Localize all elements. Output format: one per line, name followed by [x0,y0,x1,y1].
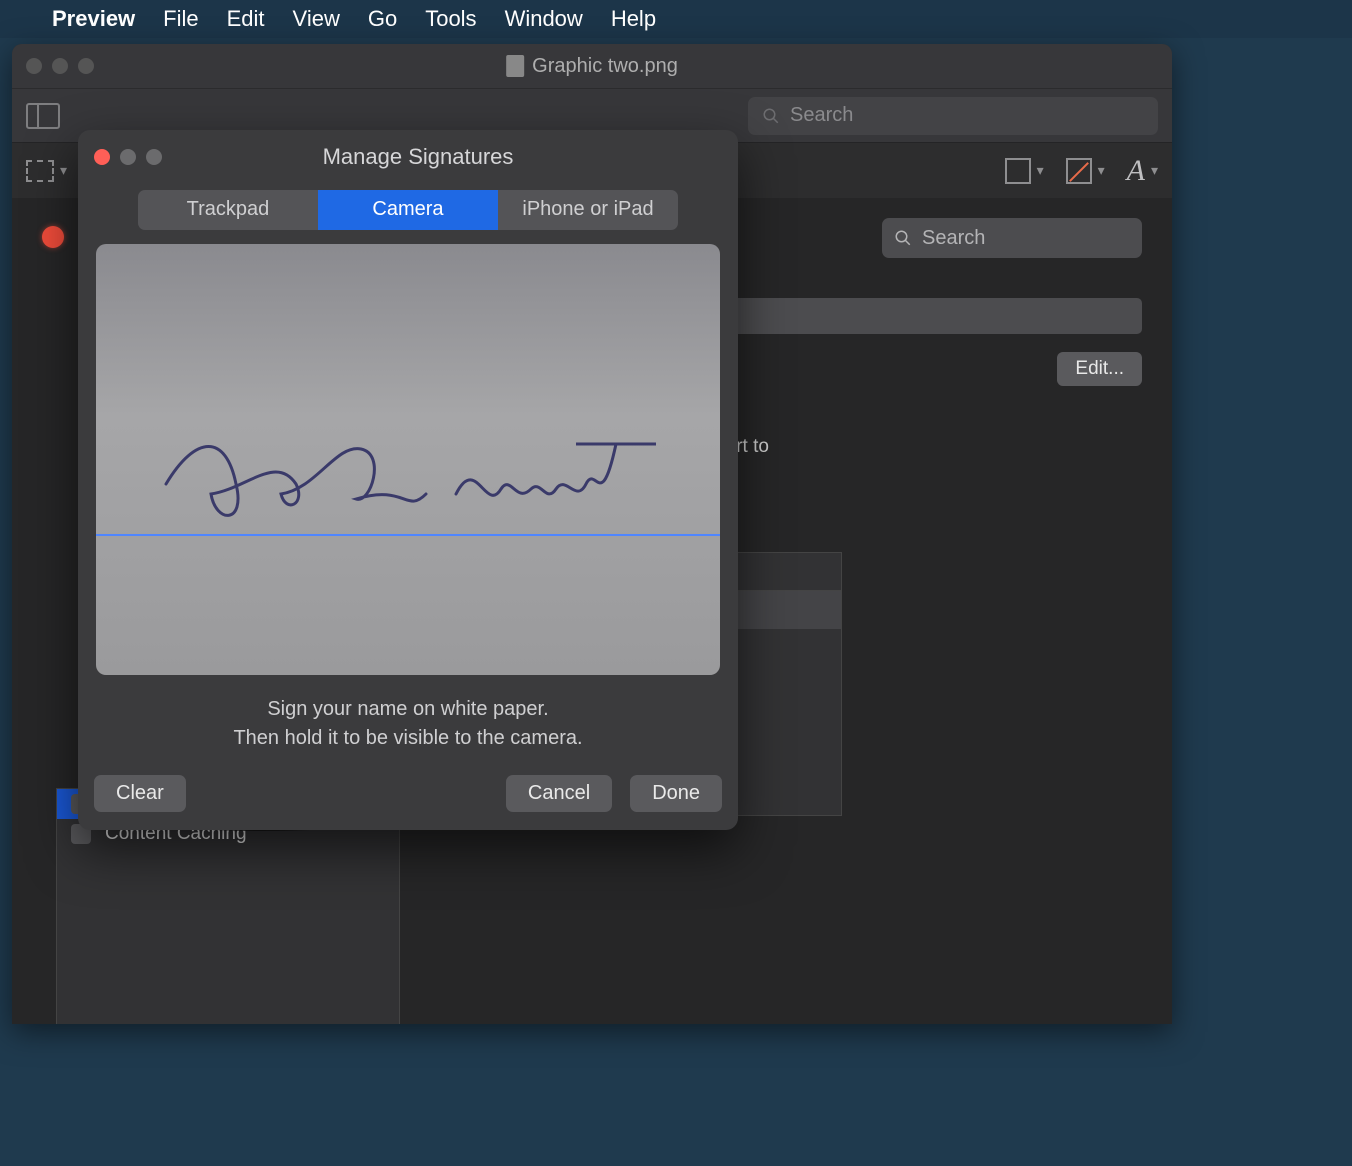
menu-go[interactable]: Go [368,6,397,32]
sheet-title: Manage Signatures [114,144,722,170]
edit-button: Edit... [1057,352,1142,386]
manage-signatures-sheet: Manage Signatures Trackpad Camera iPhone… [78,130,738,830]
menu-view[interactable]: View [293,6,340,32]
close-window-button[interactable] [26,58,42,74]
prefs-search-placeholder: Search [922,227,985,250]
chevron-down-icon: ▾ [1037,162,1044,179]
text-style-icon: A [1127,154,1145,188]
annotation-dot[interactable] [42,226,64,248]
fill-color-tool[interactable]: ▾ [1066,158,1105,184]
signature-instructions: Sign your name on white paper. Then hold… [94,695,722,753]
window-titlebar: Graphic two.png [12,44,1172,88]
menu-file[interactable]: File [163,6,198,32]
file-icon [506,55,524,77]
camera-preview [96,244,720,675]
minimize-window-button[interactable] [52,58,68,74]
chevron-down-icon: ▾ [1098,162,1105,179]
tab-camera[interactable]: Camera [318,190,498,230]
menu-window[interactable]: Window [505,6,583,32]
search-icon [894,229,912,247]
sheet-close-button[interactable] [94,149,110,165]
square-icon [1005,158,1031,184]
instruction-line-2: Then hold it to be visible to the camera… [94,724,722,753]
signature-source-tabs: Trackpad Camera iPhone or iPad [138,190,678,230]
instruction-line-1: Sign your name on white paper. [94,695,722,724]
preview-window: Graphic two.png Search ▾ ▾ ▾ A ▾ [12,44,1172,1024]
window-title: Graphic two.png [506,55,678,78]
menu-help[interactable]: Help [611,6,656,32]
clear-button[interactable]: Clear [94,775,186,812]
selection-tool[interactable]: ▾ [26,160,67,182]
signature-image [156,394,656,534]
chevron-down-icon: ▾ [1151,162,1158,179]
border-style-tool[interactable]: ▾ [1005,158,1044,184]
prefs-search-field: Search [882,218,1142,258]
app-menu[interactable]: Preview [52,6,135,32]
menu-edit[interactable]: Edit [227,6,265,32]
cancel-button[interactable]: Cancel [506,775,612,812]
menubar: Preview File Edit View Go Tools Window H… [0,0,1352,38]
selection-icon [26,160,54,182]
text-style-tool[interactable]: A ▾ [1127,154,1158,188]
tab-trackpad[interactable]: Trackpad [138,190,318,230]
no-fill-icon [1066,158,1092,184]
toolbar-search-placeholder: Search [790,104,853,127]
done-button[interactable]: Done [630,775,722,812]
chevron-down-icon: ▾ [60,162,67,179]
window-traffic-lights [26,58,94,74]
search-icon [762,107,780,125]
tab-iphone-ipad[interactable]: iPhone or iPad [498,190,678,230]
menu-tools[interactable]: Tools [425,6,476,32]
zoom-window-button[interactable] [78,58,94,74]
signature-baseline [96,534,720,536]
window-title-text: Graphic two.png [532,55,678,78]
sidebar-toggle-icon[interactable] [26,103,60,129]
toolbar-search-field[interactable]: Search [748,97,1158,135]
